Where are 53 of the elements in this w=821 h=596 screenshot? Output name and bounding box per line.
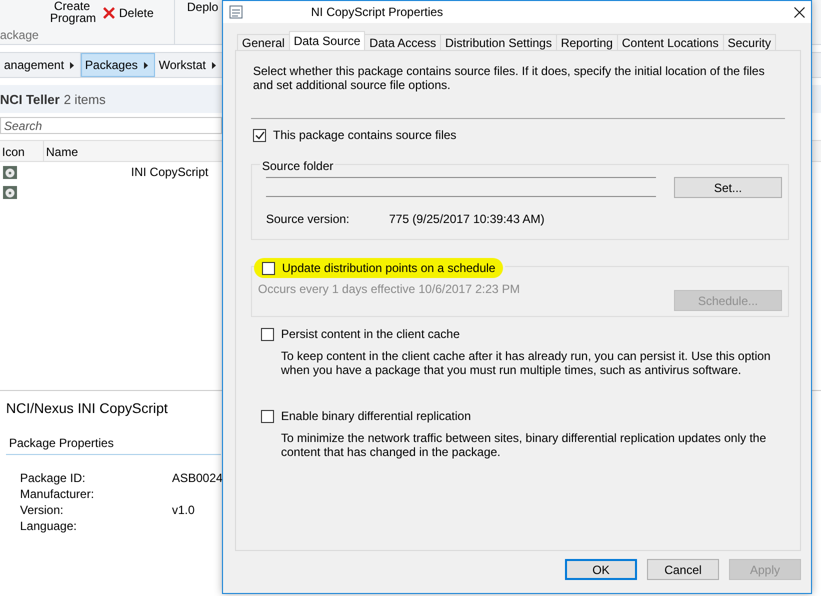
properties-icon <box>229 5 243 19</box>
set-button[interactable]: Set... <box>674 177 782 198</box>
group-label: ackage <box>0 28 40 42</box>
schedule-summary: Occurs every 1 days effective 10/6/2017 2:23 PM <box>258 282 520 296</box>
tab[interactable]: Data Source <box>288 31 366 50</box>
option-description: To keep content in the client cache after it has already run, you can persist it. Use this option when you have a package that you must run multiple times, such as antivirus software. <box>281 349 772 377</box>
dialog-button[interactable]: Cancel <box>647 559 719 580</box>
list-title: NCI Teller <box>0 92 60 106</box>
description-text: Select whether this package contains source files. If it does, specify the initial location of the files and set additional source file options. <box>253 64 766 92</box>
delete-button[interactable]: Delete <box>102 6 154 20</box>
tab[interactable]: Security <box>722 34 776 50</box>
group-label: Source folder <box>260 159 336 173</box>
package-icon <box>2 164 18 180</box>
details-title: NCI/Nexus INI CopyScript <box>6 400 168 416</box>
tab[interactable]: Reporting <box>556 34 618 50</box>
checkbox[interactable] <box>262 262 275 274</box>
property-label: Manufacturer: <box>20 487 96 501</box>
column-header[interactable]: Icon <box>0 141 44 161</box>
tab[interactable]: Data Access <box>364 34 442 50</box>
checkbox-label[interactable]: This package contains source files <box>273 128 456 142</box>
breadcrumb-item[interactable]: Packages <box>81 53 155 77</box>
property-label: Package ID: <box>20 471 86 485</box>
deploy-button[interactable]: Deplo <box>175 0 218 14</box>
source-version: 775 (9/25/2017 10:39:43 AM) <box>389 212 544 226</box>
window-title: NI CopyScript Properties <box>310 5 444 19</box>
property-label: Version: <box>20 503 64 517</box>
checkbox-label[interactable]: Persist content in the client cache <box>281 327 460 341</box>
caret-icon <box>212 62 216 68</box>
check-icon <box>254 130 264 140</box>
close-icon[interactable] <box>794 6 805 18</box>
tab[interactable]: Distribution Settings <box>440 34 557 50</box>
table-cell-text: INI CopyScript <box>130 165 208 179</box>
checkbox[interactable] <box>261 410 274 422</box>
property-value: ASB0024 <box>172 471 224 485</box>
item-count: 2 items <box>64 92 106 106</box>
create-program-button[interactable]: Create Program <box>50 0 94 24</box>
section-heading: Package Properties <box>6 436 221 455</box>
search-field[interactable]: Search <box>0 117 222 134</box>
property-label: Language: <box>20 519 78 533</box>
property-value: v1.0 <box>172 503 196 517</box>
tab[interactable]: General <box>237 34 290 50</box>
package-icon <box>2 184 18 200</box>
checkbox-label[interactable]: Enable binary differential replication <box>281 409 471 423</box>
path-field[interactable] <box>266 177 656 197</box>
field-label: Source version: <box>266 212 350 226</box>
dialog-button[interactable]: OK <box>565 559 637 580</box>
caret-icon <box>70 62 74 68</box>
checkbox[interactable] <box>253 128 266 142</box>
x-icon <box>102 6 116 20</box>
checkbox[interactable] <box>261 328 274 340</box>
option-description: To minimize the network traffic between sites, binary differential replication updates only the content that has changed in the package. <box>281 431 768 459</box>
tab[interactable]: Content Locations <box>616 34 724 50</box>
caret-icon <box>144 62 148 68</box>
